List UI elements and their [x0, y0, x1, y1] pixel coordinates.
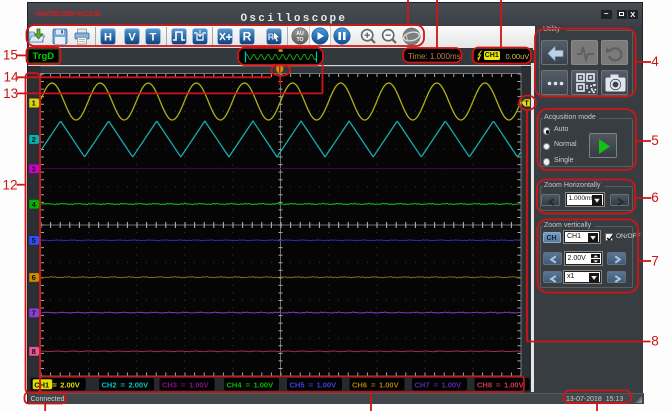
svg-text:12: 12	[2, 178, 17, 193]
svg-text:4: 4	[651, 54, 659, 69]
svg-text:8: 8	[651, 334, 659, 349]
svg-text:13: 13	[3, 86, 18, 101]
svg-text:14: 14	[3, 70, 19, 85]
svg-text:7: 7	[651, 254, 659, 269]
svg-text:5: 5	[651, 133, 659, 148]
svg-text:6: 6	[651, 190, 659, 205]
svg-text:15: 15	[3, 48, 18, 63]
